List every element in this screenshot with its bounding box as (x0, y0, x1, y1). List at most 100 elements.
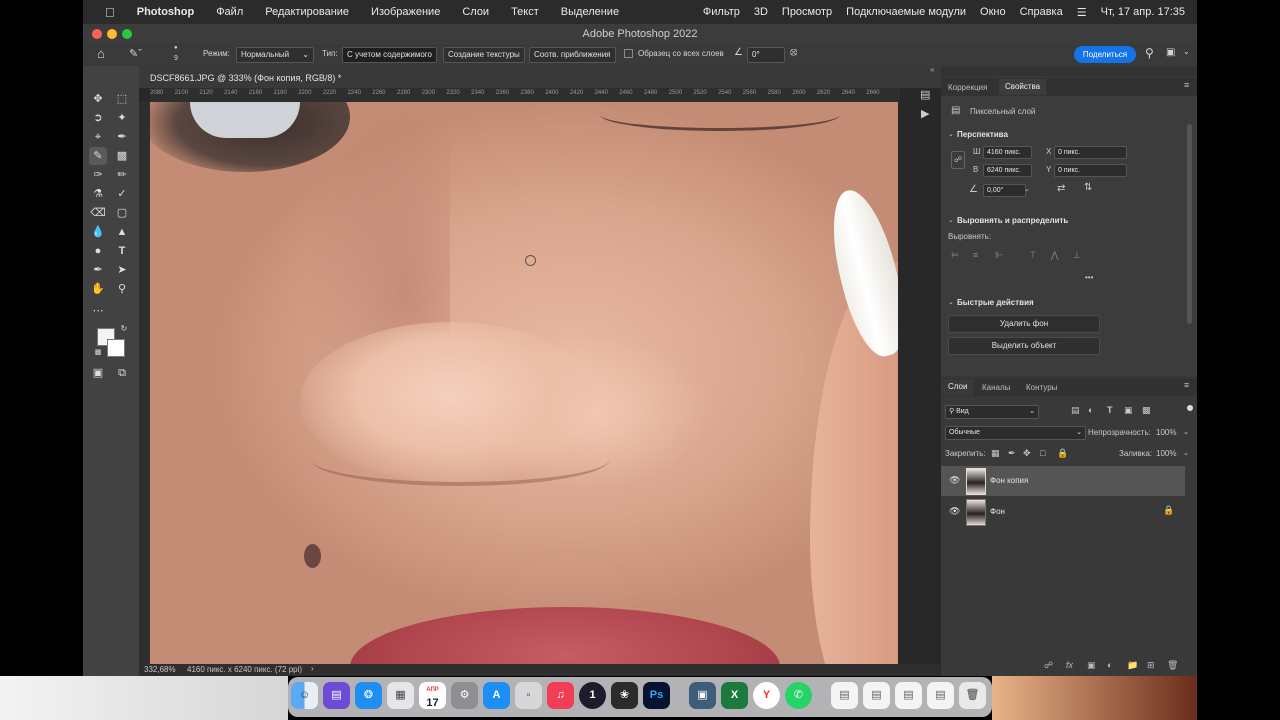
preview-icon[interactable]: ▫ (515, 682, 542, 709)
filter-toggle-icon[interactable] (1187, 405, 1193, 411)
flip-horizontal-icon[interactable]: ⇄ (1057, 183, 1065, 194)
opacity-chevron-icon[interactable]: ⌄ (1183, 428, 1189, 436)
layers-panel-menu-icon[interactable]: ≡ (1184, 380, 1189, 390)
height-field[interactable]: 6240 пикс. (983, 164, 1032, 177)
lock-pixels-icon[interactable]: ✒ (1008, 448, 1016, 459)
y-field[interactable]: 0 пикс. (1054, 164, 1127, 177)
image-canvas[interactable] (150, 102, 898, 664)
apple-logo-icon[interactable]:  (105, 5, 115, 20)
type-content-aware-button[interactable]: С учетом содержимого (342, 47, 437, 63)
flip-vertical-icon[interactable]: ⇅ (1084, 182, 1092, 193)
screen-recorder-icon[interactable]: ▣ (689, 682, 716, 709)
new-layer-icon[interactable]: ⊞ (1147, 660, 1155, 671)
spot-healing-brush-tool-icon[interactable]: ✎ (89, 147, 107, 165)
hand-tool-icon[interactable]: ✋ (89, 280, 107, 298)
default-colors-icon[interactable]: ▩ (93, 348, 103, 358)
tab-paths[interactable]: Контуры (1026, 383, 1057, 392)
pressure-size-icon[interactable]: ⦻ (790, 46, 797, 59)
history-panel-icon[interactable]: ▤ (920, 88, 930, 101)
status-chevron-right-icon[interactable]: › (311, 664, 314, 673)
sample-all-layers-checkbox[interactable] (624, 49, 633, 58)
align-title[interactable]: Выровнять и распределить (957, 216, 1068, 225)
sharpen-tool-icon[interactable]: ▲ (113, 223, 131, 241)
tab-layers[interactable]: Слои (941, 379, 975, 395)
photoshop-dock-icon[interactable]: Ps (643, 682, 670, 709)
menu-select[interactable]: Выделение (561, 6, 619, 18)
properties-scrollbar[interactable] (1187, 124, 1192, 324)
fill-chevron-icon[interactable]: ⌄ (1183, 449, 1189, 457)
new-group-icon[interactable]: 📁 (1127, 660, 1138, 671)
delete-layer-icon[interactable]: 🗑 (1167, 660, 1178, 671)
menubar-datetime[interactable]: Чт, 17 апр. 17:35 (1101, 6, 1185, 18)
launchpad-icon[interactable]: ▦ (387, 682, 414, 709)
type-texture-button[interactable]: Создание текстуры (443, 47, 525, 63)
more-tools-icon[interactable]: ⋯ (89, 302, 107, 320)
pencil-tool-icon[interactable]: ✏ (113, 166, 131, 184)
lock-all-icon[interactable]: 🔒 (1057, 448, 1068, 459)
menu-filter[interactable]: Фильтр (703, 6, 740, 18)
filter-type-icon[interactable]: T (1107, 405, 1113, 415)
eraser-tool-icon[interactable]: ⌫ (89, 204, 107, 222)
document-info[interactable]: 4160 пикс. x 6240 пикс. (72 ppi) (187, 665, 302, 674)
marquee-tool-icon[interactable]: ⬚ (113, 90, 131, 108)
mode-select[interactable]: Нормальный ⌄ (236, 47, 314, 63)
menu-layer[interactable]: Слои (462, 6, 489, 18)
tab-channels[interactable]: Каналы (982, 383, 1010, 392)
more-options-icon[interactable]: ••• (1085, 273, 1093, 282)
tab-properties[interactable]: Свойства (999, 79, 1047, 95)
actions-play-icon[interactable]: ▶ (921, 107, 929, 120)
menu-file[interactable]: Файл (216, 6, 243, 18)
menu-edit[interactable]: Редактирование (265, 6, 349, 18)
workspace-chevron-down-icon[interactable]: ⌄ (1183, 47, 1190, 56)
finder-icon[interactable]: ☺ (291, 682, 318, 709)
menu-help[interactable]: Справка (1020, 6, 1063, 18)
calendar-icon[interactable]: АПР 17 (419, 682, 446, 709)
eye-visibility-icon[interactable]: 👁 (949, 506, 960, 517)
share-button[interactable]: Поделиться (1074, 46, 1136, 63)
layer-effects-icon[interactable]: fx (1066, 660, 1073, 670)
brush-size-value[interactable]: 9 (174, 55, 178, 62)
perspective-title[interactable]: Перспектива (957, 130, 1008, 139)
filter-shape-icon[interactable]: ▣ (1124, 405, 1133, 416)
frame-tool-icon[interactable]: ▩ (113, 147, 131, 165)
zoom-tool-icon[interactable]: ⚲ (113, 280, 131, 298)
menu-window[interactable]: Окно (980, 6, 1006, 18)
filter-smart-object-icon[interactable]: ▩ (1142, 405, 1151, 416)
home-icon[interactable]: ⌂ (97, 46, 105, 61)
quick-actions-chevron-icon[interactable]: ⌄ (948, 298, 954, 306)
quick-actions-title[interactable]: Быстрые действия (957, 298, 1034, 307)
link-layers-icon[interactable]: ☍ (1044, 660, 1053, 671)
x-field[interactable]: 0 пикс. (1054, 146, 1127, 159)
move-tool-icon[interactable]: ✥ (89, 90, 107, 108)
layer-row-background[interactable]: 👁 Фон 🔒 (941, 497, 1185, 527)
eyedropper-tool-icon[interactable]: ✒ (113, 128, 131, 146)
filter-pixel-icon[interactable]: ▤ (1071, 405, 1080, 416)
excel-icon[interactable]: X (721, 682, 748, 709)
clone-stamp-tool-icon[interactable]: ⚗ (89, 185, 107, 203)
lock-transparent-icon[interactable]: ▦ (991, 448, 1000, 459)
align-chevron-icon[interactable]: ⌄ (948, 216, 954, 224)
width-field[interactable]: 4160 пикс. (983, 146, 1032, 159)
menu-image[interactable]: Изображение (371, 6, 440, 18)
music-icon[interactable]: ♫ (547, 682, 574, 709)
link-dimensions-icon[interactable]: ☍ (951, 151, 965, 169)
workspace-icon[interactable]: ▣ (1166, 47, 1175, 58)
menu-3d[interactable]: 3D (754, 6, 768, 18)
history-brush-tool-icon[interactable]: ✓ (113, 185, 131, 203)
background-color-swatch[interactable] (107, 339, 125, 357)
angle-field[interactable]: 0,00° (983, 184, 1026, 197)
blend-mode-select[interactable]: Обычные ⌄ (945, 426, 1086, 440)
recent-doc-3-icon[interactable]: ▤ (895, 682, 922, 709)
perspective-chevron-icon[interactable]: ⌄ (948, 130, 954, 138)
quick-mask-icon[interactable]: ▣ (89, 364, 107, 382)
yandex-browser-icon[interactable]: Y (753, 682, 780, 709)
align-middle-v-icon[interactable]: ⋀ (1051, 250, 1058, 261)
layer-row-background-copy[interactable]: 👁 Фон копия (941, 466, 1185, 496)
layer-name[interactable]: Фон копия (990, 476, 1028, 485)
menu-view[interactable]: Просмотр (782, 6, 832, 18)
lock-artboard-icon[interactable]: □ (1040, 448, 1045, 458)
align-top-icon[interactable]: ⊤ (1029, 250, 1037, 261)
panel-menu-icon[interactable]: ≡ (1184, 80, 1189, 90)
lock-position-icon[interactable]: ✥ (1023, 448, 1031, 459)
layer-filter-select[interactable]: ⚲ Вид ⌄ (945, 405, 1039, 419)
